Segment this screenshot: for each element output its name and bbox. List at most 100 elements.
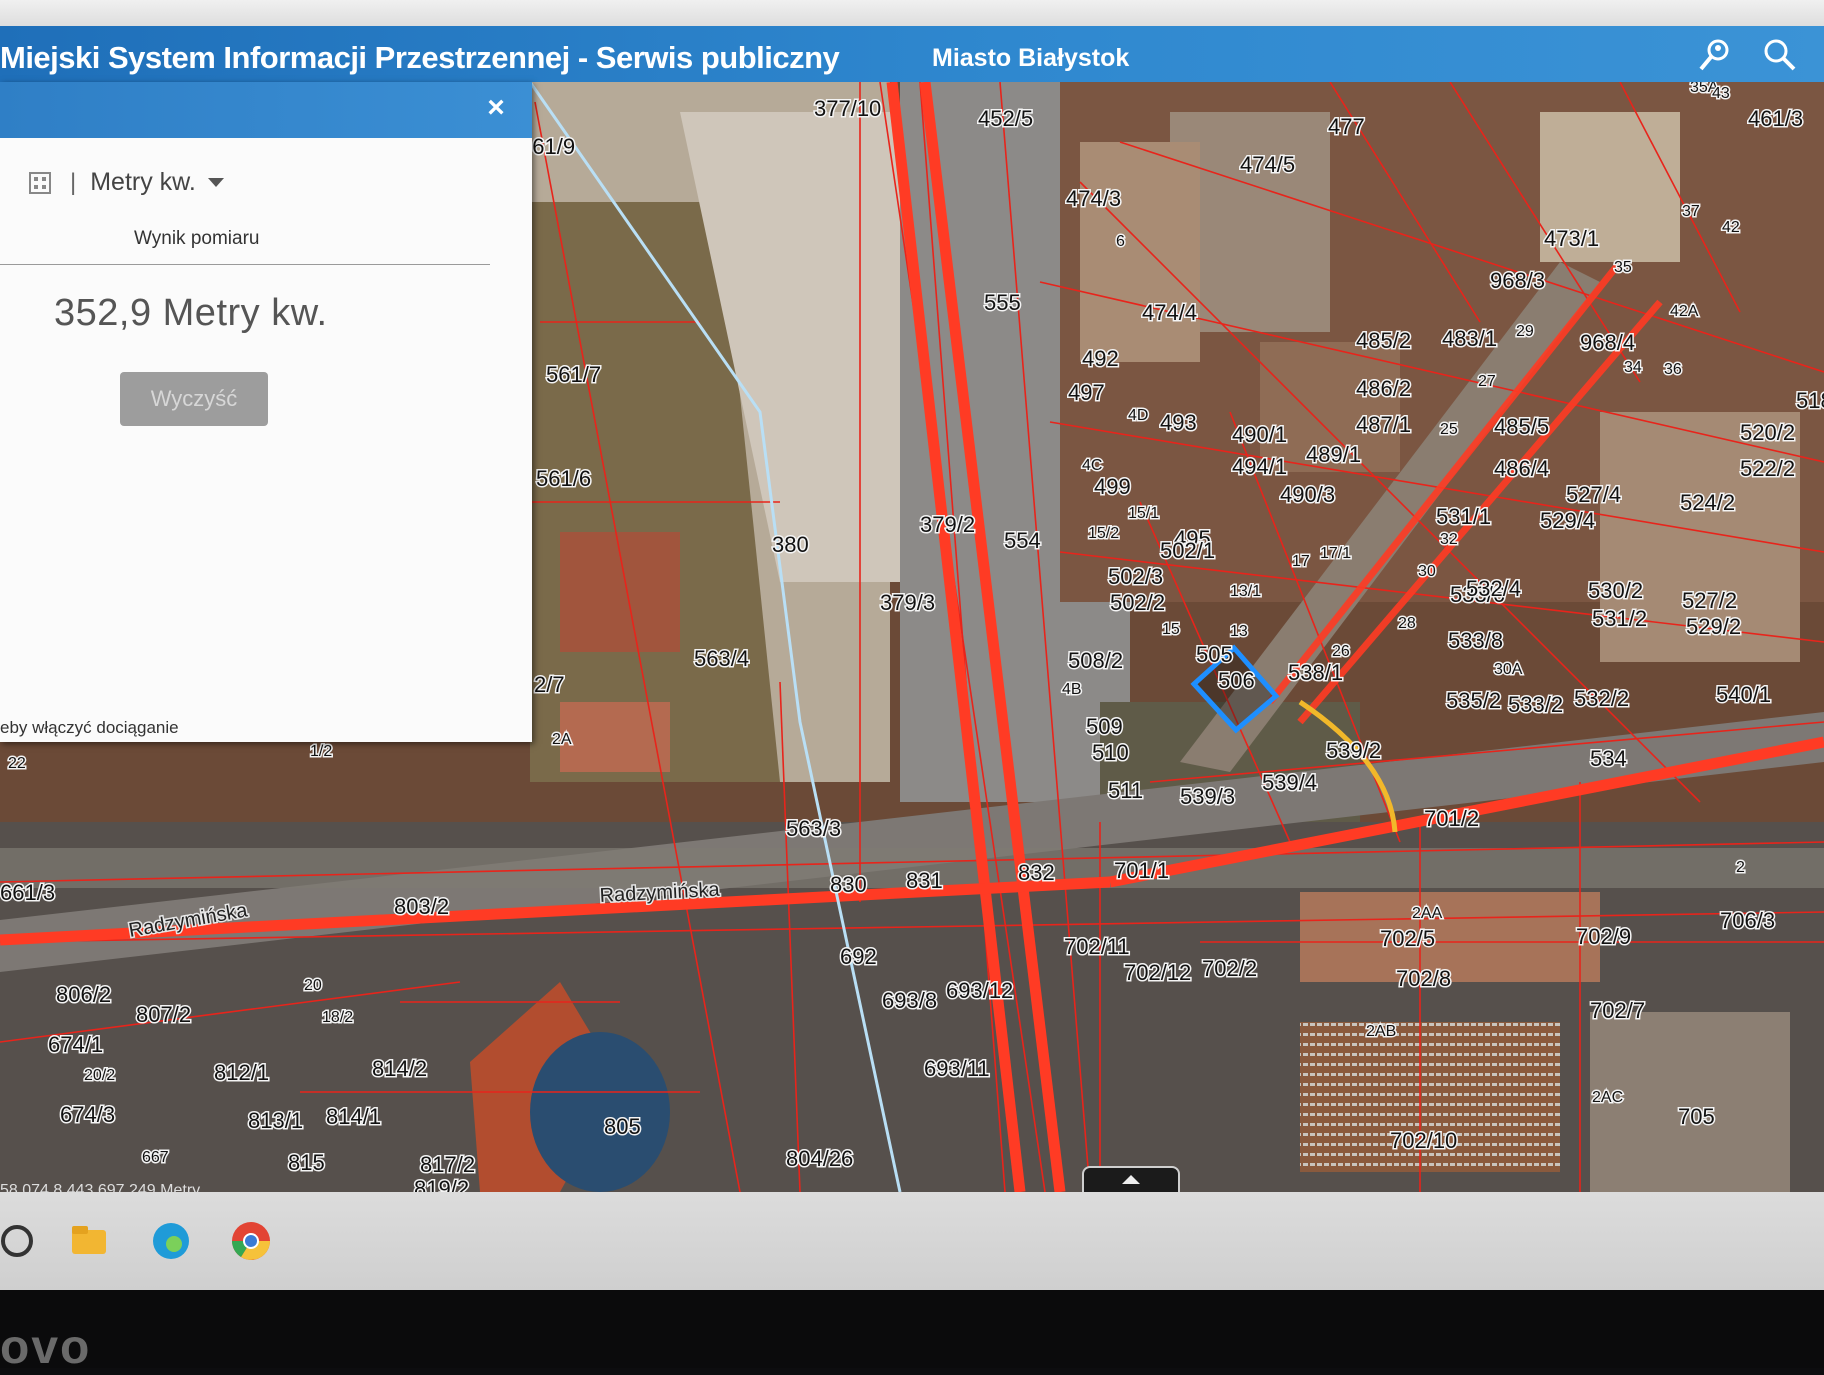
- result-label: Wynik pomiaru: [134, 228, 260, 249]
- parcel-number-label: 530/2: [1588, 578, 1643, 603]
- separator: |: [70, 168, 77, 196]
- unit-dropdown[interactable]: Metry kw.: [90, 168, 224, 197]
- parcel-number-label: 561/6: [536, 466, 591, 491]
- parcel-number-label: 702/8: [1396, 966, 1451, 991]
- parcel-number-label: 508/2: [1068, 648, 1123, 673]
- parcel-number-label: 509: [1086, 714, 1123, 739]
- parcel-number-label: 483/1: [1442, 326, 1497, 351]
- parcel-number-label: 506: [1218, 668, 1255, 693]
- parcel-number-label: 35: [1614, 259, 1632, 276]
- parcel-number-label: 2/7: [534, 672, 565, 697]
- parcel-number-label: 42: [1722, 219, 1740, 236]
- parcel-number-label: 26: [1332, 643, 1350, 660]
- parcel-number-label: 531/2: [1592, 606, 1647, 631]
- parcel-number-label: 804/26: [786, 1146, 853, 1171]
- parcel-number-label: 533/8: [1448, 628, 1503, 653]
- monitor-screen: Miejski System Informacji Przestrzennej …: [0, 0, 1824, 1290]
- parcel-number-label: 27: [1478, 373, 1496, 390]
- parcel-number-label: 37: [1682, 203, 1700, 220]
- parcel-number-label: 4B: [1062, 681, 1082, 698]
- parcel-number-label: 43: [1712, 85, 1730, 102]
- parcel-number-label: 380: [772, 532, 809, 557]
- parcel-number-label: 667: [142, 1149, 169, 1166]
- parcel-number-label: 486/4: [1494, 456, 1549, 481]
- parcel-number-label: 815: [288, 1150, 325, 1175]
- parcel-number-label: 379/2: [920, 512, 975, 537]
- parcel-number-label: 17: [1292, 553, 1310, 570]
- parcel-number-label: 701/2: [1424, 806, 1479, 831]
- parcel-number-label: 702/10: [1390, 1128, 1457, 1153]
- parcel-number-label: 17/1: [1320, 545, 1351, 562]
- chrome-icon[interactable]: [228, 1218, 274, 1264]
- area-measure-icon[interactable]: [28, 171, 52, 195]
- parcel-number-label: 20/2: [84, 1067, 115, 1084]
- parcel-number-label: 485/2: [1356, 328, 1411, 353]
- parcel-number-label: 527/2: [1682, 588, 1737, 613]
- parcel-number-label: 474/5: [1240, 152, 1295, 177]
- file-explorer-icon[interactable]: [66, 1218, 112, 1264]
- parcel-number-label: 532/4: [1466, 576, 1521, 601]
- parcel-number-label: 702/9: [1576, 924, 1631, 949]
- divider: [0, 264, 490, 265]
- close-button[interactable]: ×: [478, 90, 514, 126]
- parcel-number-label: 819/2: [414, 1176, 469, 1192]
- parcel-number-label: 42A: [1670, 303, 1699, 320]
- parcel-number-label: 505: [1196, 642, 1233, 667]
- parcel-number-label: 13: [1230, 623, 1248, 640]
- parcel-number-label: 1/2: [310, 743, 332, 760]
- browser-strip: [0, 0, 1824, 26]
- parcel-number-label: 36: [1664, 361, 1682, 378]
- parcel-number-label: 563/3: [786, 816, 841, 841]
- parcel-number-label: 539/2: [1326, 738, 1381, 763]
- app-title: Miejski System Informacji Przestrzennej …: [0, 40, 840, 75]
- parcel-number-label: 474/4: [1142, 300, 1197, 325]
- parcel-number-label: 706/3: [1720, 908, 1775, 933]
- parcel-number-label: 497: [1068, 380, 1105, 405]
- parcel-number-label: 502/3: [1108, 564, 1163, 589]
- clear-button[interactable]: Wyczyść: [120, 372, 268, 426]
- parcel-number-label: 29: [1516, 323, 1534, 340]
- parcel-number-label: 379/3: [880, 590, 935, 615]
- parcel-number-label: 487/1: [1356, 412, 1411, 437]
- parcel-number-label: 555: [984, 290, 1021, 315]
- building-glass: [530, 1032, 670, 1192]
- parcel-number-label: 2AC: [1592, 1089, 1623, 1106]
- parcel-number-label: 692: [840, 944, 877, 969]
- parcel-number-label: 28: [1398, 615, 1416, 632]
- parcel-number-label: 539/4: [1262, 770, 1317, 795]
- parcel-number-label: 4D: [1128, 407, 1148, 424]
- parcel-number-label: 18/2: [322, 1009, 353, 1026]
- edge-icon[interactable]: [148, 1218, 194, 1264]
- search-icon[interactable]: [1760, 36, 1798, 74]
- parcel-number-label: 803/2: [394, 894, 449, 919]
- parcel-number-label: 693/12: [946, 978, 1013, 1003]
- parcel-number-label: 533/2: [1508, 692, 1563, 717]
- parcel-number-label: 807/2: [136, 1002, 191, 1027]
- parcel-number-label: 701/1: [1114, 858, 1169, 883]
- identify-person-icon[interactable]: [1696, 36, 1734, 74]
- parcel-number-label: 2AA: [1412, 905, 1443, 922]
- parcel-number-label: 20: [304, 977, 322, 994]
- parcel-number-label: 4C: [1082, 457, 1102, 474]
- city-title: Miasto Białystok: [932, 44, 1130, 72]
- parcel-number-label: 494/1: [1232, 454, 1287, 479]
- unit-label: Metry kw.: [90, 168, 196, 196]
- parcel-number-label: 2AB: [1366, 1023, 1396, 1040]
- parcel-number-label: 532/2: [1574, 686, 1629, 711]
- parcel-number-label: 831: [906, 868, 943, 893]
- monitor-bezel: [0, 1290, 1824, 1368]
- parcel-number-label: 539/3: [1180, 784, 1235, 809]
- parcel-number-label: 561/7: [546, 362, 601, 387]
- bottom-panel-toggle[interactable]: [1082, 1166, 1180, 1194]
- parcel-number-label: 499: [1094, 474, 1131, 499]
- parcel-number-label: 702/5: [1380, 926, 1435, 951]
- parcel-number-label: 490/1: [1232, 422, 1287, 447]
- parcel-number-label: 693/8: [882, 988, 937, 1013]
- unit-row: | Metry kw.: [28, 168, 224, 197]
- parcel-number-label: 538/1: [1288, 660, 1343, 685]
- parcel-number-label: 15/1: [1128, 505, 1159, 522]
- start-icon[interactable]: [0, 1218, 40, 1264]
- parcel-number-label: 22: [8, 755, 26, 772]
- parcel-number-label: 489/1: [1306, 442, 1361, 467]
- building: [560, 702, 670, 772]
